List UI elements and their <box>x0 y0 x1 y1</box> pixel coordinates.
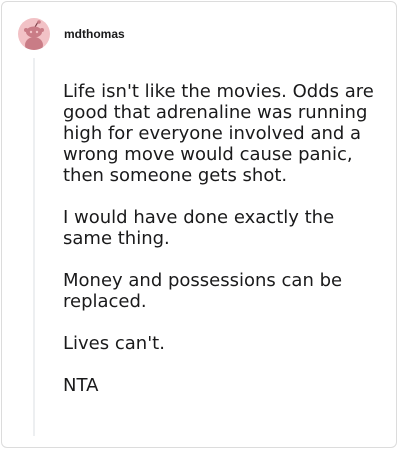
username[interactable]: mdthomas <box>64 26 125 42</box>
comment-paragraph: Money and possessions can be replaced. <box>63 270 343 312</box>
comment-paragraph: Lives can't. <box>63 333 165 354</box>
comment-paragraph: NTA <box>63 375 99 396</box>
avatar[interactable] <box>18 18 50 50</box>
comment-paragraph: Life isn't like the movies. Odds are goo… <box>63 81 374 186</box>
reddit-snoo-avatar-icon <box>24 20 44 50</box>
comment-body: Life isn't like the movies. Odds are goo… <box>63 81 383 396</box>
comment-card: mdthomas Life isn't like the movies. Odd… <box>1 1 397 448</box>
thread-line[interactable] <box>33 58 35 436</box>
comment-paragraph: I would have done exactly the same thing… <box>63 207 335 249</box>
